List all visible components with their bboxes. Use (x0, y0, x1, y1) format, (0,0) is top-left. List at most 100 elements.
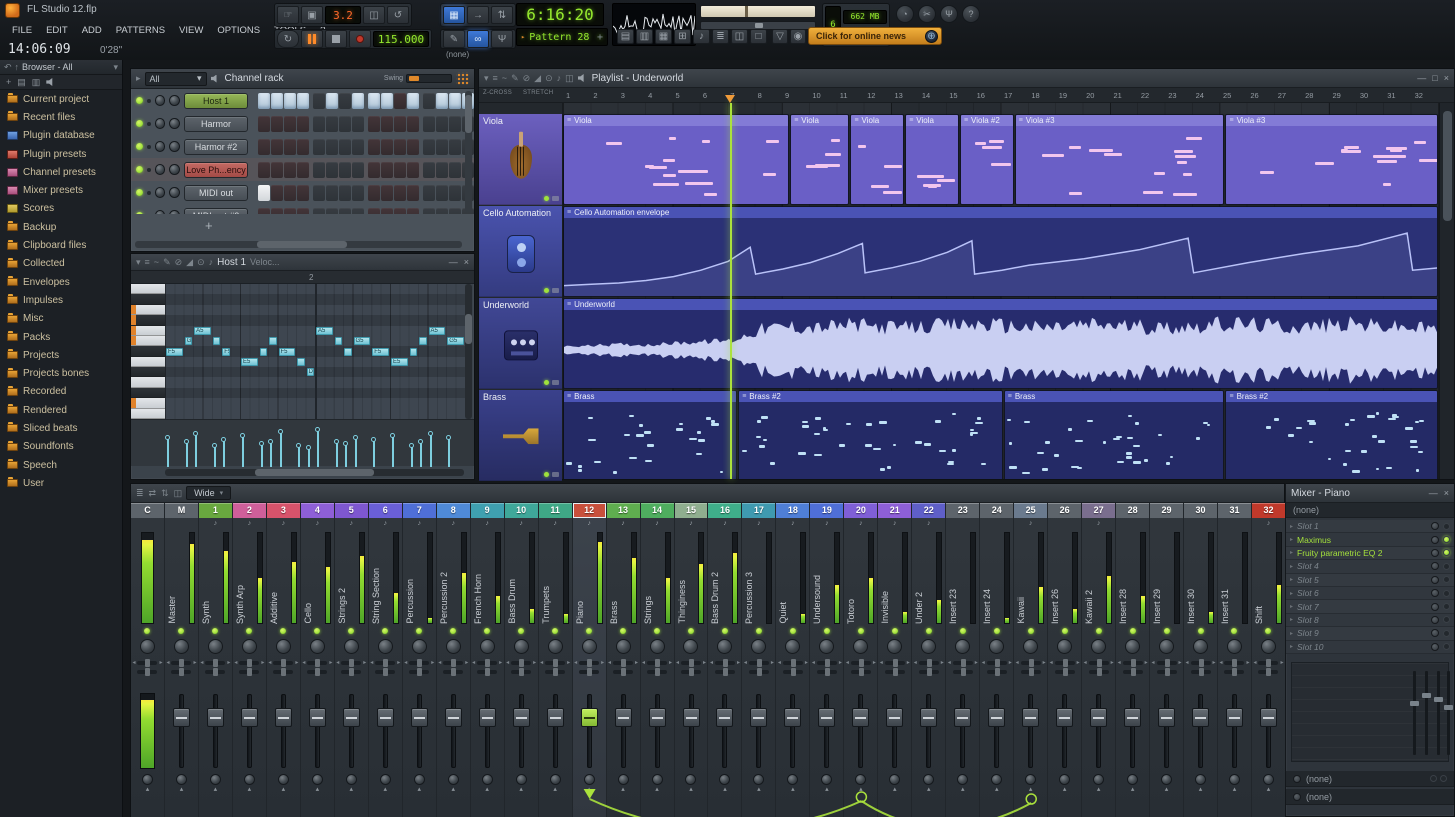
mini-handle[interactable] (553, 668, 559, 676)
route-arrow-icon[interactable]: ▴ (825, 786, 829, 793)
send-fader-3[interactable] (1434, 671, 1443, 755)
strip-pan-knob[interactable] (335, 636, 368, 656)
route-knob[interactable] (583, 774, 595, 785)
route-arrow-icon[interactable]: ▴ (791, 786, 795, 793)
scroll-handle[interactable] (1443, 111, 1452, 221)
strip-tab[interactable]: 5 (334, 503, 368, 518)
piano-key[interactable] (131, 387, 165, 399)
route-arrow-icon[interactable]: ▴ (350, 786, 354, 793)
note-grid[interactable]: F5G5A5F5E5F5D5A5G5F5E5A5G5 (165, 284, 465, 419)
browser-item-collected[interactable]: Collected (0, 255, 122, 273)
step-cell[interactable] (407, 184, 419, 201)
channel-button-midi-out[interactable]: MIDI out (184, 184, 248, 201)
mini-handle[interactable] (213, 658, 219, 667)
piano-roll-ruler[interactable]: 2 (131, 271, 474, 284)
strip-fader[interactable] (1116, 690, 1149, 772)
mixer-strip-bass-drum[interactable]: 10 ♪ Bass Drum ◂ ▸ ▴ (504, 503, 539, 817)
mini-slider[interactable] (239, 658, 260, 667)
mini-slider[interactable] (341, 658, 362, 667)
strip-tab[interactable]: 16 (708, 503, 742, 518)
step-cell[interactable] (368, 161, 380, 178)
step-cell[interactable] (313, 115, 325, 132)
velocity-stem[interactable] (408, 443, 414, 467)
fader-handle[interactable] (342, 708, 360, 727)
right-arrow-icon[interactable]: ▸ (533, 659, 536, 666)
piano-note[interactable]: F5 (166, 347, 183, 356)
song-mode-button[interactable]: ↻ (277, 30, 299, 48)
fader-handle[interactable] (444, 708, 462, 727)
fx-slot-slot-4[interactable]: ▸ Slot 4 (1286, 560, 1454, 574)
mini-handle[interactable] (892, 658, 898, 667)
strip-fader[interactable] (539, 690, 572, 772)
left-arrow-icon[interactable]: ◂ (574, 659, 577, 666)
route-knob[interactable] (515, 774, 527, 785)
strip-led[interactable] (776, 626, 809, 636)
left-arrow-icon[interactable]: ◂ (608, 659, 611, 666)
playlist-track-header-brass[interactable]: Brass (479, 390, 562, 481)
strip-led[interactable] (912, 626, 945, 636)
browser-item-sliced-beats[interactable]: Sliced beats (0, 419, 122, 437)
strip-tab[interactable]: 30 (1184, 503, 1217, 518)
mini-handle[interactable] (1130, 658, 1136, 667)
left-arrow-icon[interactable]: ◂ (1152, 659, 1155, 666)
strip-tab[interactable]: 19 (810, 503, 844, 518)
sleep-timer-button[interactable]: ◔ (896, 5, 914, 23)
tool-icon[interactable]: ⊙ (545, 73, 553, 84)
mini-handle[interactable] (315, 658, 321, 667)
fader-handle[interactable] (240, 708, 258, 727)
tempo-display[interactable]: 115.000 (373, 31, 429, 47)
strip-led[interactable] (335, 626, 368, 636)
clip-brass-2[interactable]: ≡ Brass #2 (1225, 390, 1438, 479)
channel-volume-knob[interactable] (169, 118, 181, 129)
step-cell[interactable] (407, 138, 419, 155)
fader-handle[interactable] (954, 708, 972, 727)
clip-viola[interactable]: ≡ Viola (563, 114, 790, 205)
strip-fader[interactable] (267, 690, 300, 772)
tool-icon[interactable]: ⊙ (197, 257, 205, 268)
velocity-stem[interactable] (352, 435, 358, 467)
mini-handle[interactable] (315, 668, 321, 676)
piano-roll-vscrollbar[interactable] (465, 284, 472, 419)
mini-handle[interactable] (1130, 668, 1136, 676)
strip-led[interactable] (505, 626, 538, 636)
strip-led[interactable] (369, 626, 402, 636)
velocity-stem[interactable] (296, 443, 302, 467)
piano-note[interactable]: F5 (278, 347, 296, 356)
piano-keys[interactable] (131, 284, 165, 419)
piano-note[interactable] (344, 347, 352, 356)
strip-tab[interactable]: 13 (606, 503, 640, 518)
velocity-stem[interactable] (240, 433, 245, 467)
route-arrow-icon[interactable]: ▴ (893, 786, 897, 793)
browser-item-soundfonts[interactable]: Soundfonts (0, 438, 122, 456)
slot-mix-knob[interactable] (1431, 562, 1439, 571)
slot-enable-led[interactable] (1443, 549, 1450, 557)
strip-pan-knob[interactable] (131, 636, 164, 656)
strip-fader[interactable] (844, 690, 877, 772)
route-arrow-icon[interactable]: ▴ (282, 786, 286, 793)
left-arrow-icon[interactable]: ◂ (676, 659, 679, 666)
route-arrow-icon[interactable]: ▴ (859, 786, 863, 793)
mini-slider[interactable] (239, 668, 260, 676)
step-cell[interactable] (423, 161, 435, 178)
clip-brass-2[interactable]: ≡ Brass #2 (738, 390, 1003, 479)
route-knob[interactable] (1161, 774, 1173, 785)
slot-enable-led[interactable] (1443, 629, 1450, 637)
playlist-ruler[interactable]: 1 2 3 4 5 6 7 8 9 10 11 12 13 14 15 16 17 18 19 20 21 22 23 24 2… (563, 88, 1439, 103)
mixer-strip-synth[interactable]: 1 ♪ Synth ◂ ▸ ▴ (198, 503, 233, 817)
step-cell[interactable] (313, 138, 325, 155)
clip-underworld[interactable]: ≡ Underworld (563, 298, 1438, 389)
route-knob[interactable] (1093, 774, 1105, 785)
left-arrow-icon[interactable]: ◂ (846, 659, 849, 666)
metronome-button[interactable]: ◫ (363, 6, 385, 24)
strip-led[interactable] (1014, 626, 1047, 636)
right-arrow-icon[interactable]: ▸ (873, 659, 876, 666)
route-knob[interactable] (447, 774, 459, 785)
step-cell[interactable] (271, 161, 283, 178)
mini-slider[interactable] (680, 668, 701, 676)
strip-tab[interactable]: 15 (674, 503, 708, 518)
right-arrow-icon[interactable]: ▸ (193, 659, 196, 666)
strip-pan-knob[interactable] (505, 636, 538, 656)
strip-tab[interactable]: 31 (1218, 503, 1251, 518)
scroll-handle[interactable] (465, 314, 472, 344)
strip-led[interactable] (199, 626, 232, 636)
